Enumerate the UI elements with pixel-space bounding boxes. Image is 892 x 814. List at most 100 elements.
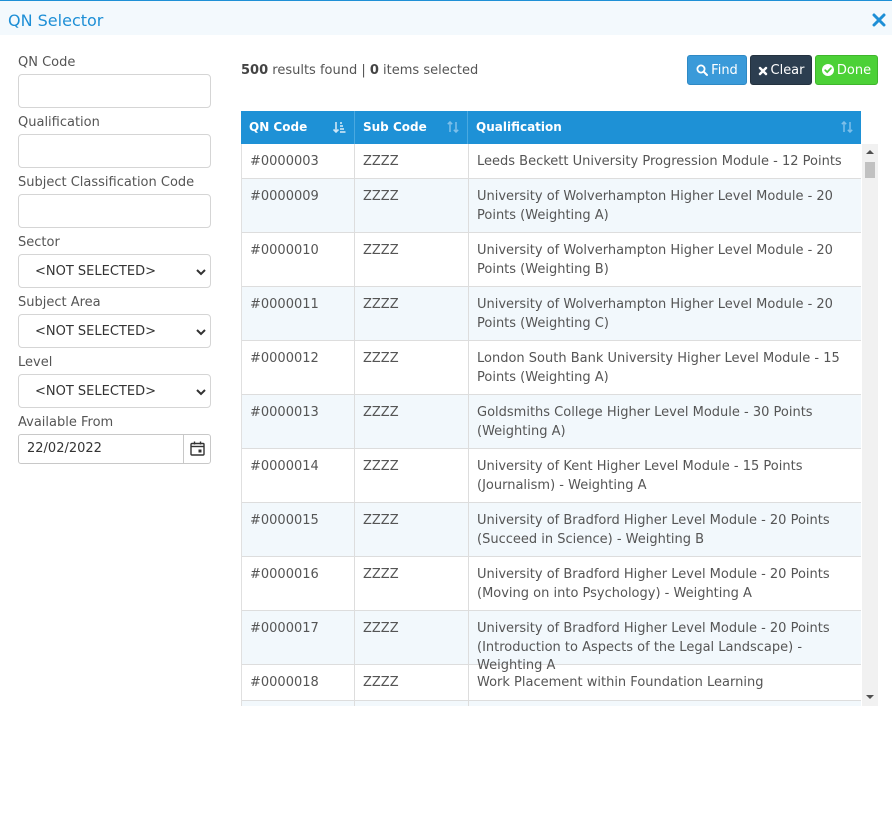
table-row[interactable] [242, 701, 861, 706]
done-button[interactable]: Done [815, 55, 878, 85]
scroll-down-icon[interactable] [866, 694, 874, 700]
qn-code-cell: #0000018 [242, 665, 355, 700]
level-label: Level [18, 355, 53, 370]
table-scrollbar[interactable] [862, 144, 878, 706]
done-label: Done [836, 63, 872, 78]
table-row[interactable]: #0000010 ZZZZ University of Wolverhampton … [242, 233, 861, 287]
table-row[interactable]: #0000016 ZZZZ University of Bradford Highe… [242, 557, 861, 611]
selected-count: 0 [369, 63, 379, 78]
results-count: 500 [241, 63, 269, 78]
sort-icon [841, 121, 853, 133]
close-icon[interactable] [872, 13, 886, 27]
qn-code-cell: #0000015 [242, 503, 355, 556]
table-cell [242, 701, 355, 706]
qn-code-cell: #0000017 [242, 611, 355, 664]
search-icon [696, 64, 709, 76]
table-row[interactable]: #0000009 ZZZZ University of Wolverhampton … [242, 179, 861, 233]
table-row[interactable]: #0000017 ZZZZ University of Bradford Highe… [242, 611, 861, 673]
table-row[interactable]: #0000003 ZZZZ Leeds Beckett University Pro… [242, 144, 861, 179]
column-header-qualification[interactable]: Qualification [468, 111, 861, 144]
level-select[interactable]: <NOT SELECTED> [18, 374, 211, 408]
available-from-date-input[interactable]: 22/02/2022 [18, 434, 211, 464]
qualification-cell: Work Placement within Foundation Learnin… [469, 665, 861, 700]
column-header-sub-code[interactable]: Sub Code [355, 111, 468, 144]
table-row[interactable]: #0000012 ZZZZ London South Bank University… [242, 341, 861, 395]
table-row[interactable]: #0000015 ZZZZ University of Bradford Highe… [242, 503, 861, 557]
sub-code-cell: ZZZZ [355, 395, 469, 448]
sort-icon [447, 121, 459, 133]
table-row[interactable]: #0000011 ZZZZ University of Wolverhampton … [242, 287, 861, 341]
qn-code-cell: #0000003 [242, 144, 355, 178]
results-summary: 500 results found | 0 items selected [241, 63, 478, 78]
dialog-title: QN Selector [8, 11, 104, 30]
qn-code-cell: #0000014 [242, 449, 355, 502]
sub-code-cell: ZZZZ [355, 341, 469, 394]
close-icon [758, 66, 767, 76]
qn-code-cell: #0000012 [242, 341, 355, 394]
qn-code-cell: #0000013 [242, 395, 355, 448]
qualification-cell: Leeds Beckett University Progression Mod… [469, 144, 861, 178]
table-header: QN Code Sub Code Qualification [241, 111, 861, 144]
sub-code-cell: ZZZZ [355, 665, 469, 700]
results-table: QN Code Sub Code Qualification #0000003 Z… [241, 111, 878, 706]
sector-label: Sector [18, 235, 60, 250]
table-row[interactable]: #0000018 ZZZZ Work Placement within Founda… [242, 665, 861, 701]
qualification-cell: London South Bank University Higher Leve… [469, 341, 861, 394]
sector-select-value: <NOT SELECTED> [35, 264, 156, 279]
sub-code-cell: ZZZZ [355, 557, 469, 610]
sub-code-cell: ZZZZ [355, 503, 469, 556]
sector-select[interactable]: <NOT SELECTED> [18, 254, 211, 288]
column-header-label: QN Code [249, 120, 308, 134]
calendar-icon [190, 441, 205, 456]
sub-code-cell: ZZZZ [355, 611, 469, 664]
available-from-value: 22/02/2022 [27, 441, 102, 456]
scroll-up-icon[interactable] [866, 149, 874, 155]
filter-panel: QN Code Qualification Subject Classifica… [18, 56, 211, 464]
column-header-label: Sub Code [363, 120, 427, 134]
dialog-titlebar: QN Selector [0, 0, 892, 35]
table-cell [355, 701, 469, 706]
find-button[interactable]: Find [687, 55, 747, 85]
chevron-down-icon [196, 269, 206, 276]
table-body: #0000003 ZZZZ Leeds Beckett University Pro… [241, 144, 861, 706]
sub-code-cell: ZZZZ [355, 287, 469, 340]
qn-code-label: QN Code [18, 55, 76, 70]
subject-area-label: Subject Area [18, 295, 101, 310]
column-header-qn-code[interactable]: QN Code [241, 111, 355, 144]
available-from-label: Available From [18, 415, 114, 430]
qualification-cell: University of Wolverhampton Higher Level… [469, 179, 861, 232]
qualification-cell: University of Bradford Higher Level Modu… [469, 557, 861, 610]
calendar-button[interactable] [183, 435, 210, 463]
qualification-label: Qualification [18, 115, 100, 130]
subject-classification-input[interactable] [18, 194, 211, 228]
chevron-down-icon [196, 389, 206, 396]
subject-classification-label: Subject Classification Code [18, 175, 195, 190]
sub-code-cell: ZZZZ [355, 233, 469, 286]
qn-code-cell: #0000011 [242, 287, 355, 340]
sub-code-cell: ZZZZ [355, 179, 469, 232]
qualification-cell: University of Bradford Higher Level Modu… [469, 611, 861, 673]
sub-code-cell: ZZZZ [355, 144, 469, 178]
results-text: results found | [268, 63, 370, 78]
qualification-cell: University of Bradford Higher Level Modu… [469, 503, 861, 556]
qualification-cell: University of Wolverhampton Higher Level… [469, 233, 861, 286]
qualification-cell: Goldsmiths College Higher Level Module -… [469, 395, 861, 448]
check-circle-icon [821, 64, 834, 76]
subject-area-select[interactable]: <NOT SELECTED> [18, 314, 211, 348]
qualification-cell: University of Kent Higher Level Module -… [469, 449, 861, 502]
subject-area-select-value: <NOT SELECTED> [35, 324, 156, 339]
qn-code-input[interactable] [18, 74, 211, 108]
find-label: Find [711, 63, 738, 78]
selected-text: items selected [378, 63, 479, 78]
sub-code-cell: ZZZZ [355, 449, 469, 502]
scrollbar-thumb[interactable] [865, 162, 875, 178]
column-header-label: Qualification [476, 120, 562, 134]
table-cell [469, 701, 861, 706]
table-row[interactable]: #0000014 ZZZZ University of Kent Higher Le… [242, 449, 861, 503]
level-select-value: <NOT SELECTED> [35, 384, 156, 399]
clear-button[interactable]: Clear [750, 55, 812, 85]
qn-code-cell: #0000016 [242, 557, 355, 610]
qualification-input[interactable] [18, 134, 211, 168]
clear-label: Clear [770, 63, 805, 78]
table-row[interactable]: #0000013 ZZZZ Goldsmiths College Higher Le… [242, 395, 861, 449]
